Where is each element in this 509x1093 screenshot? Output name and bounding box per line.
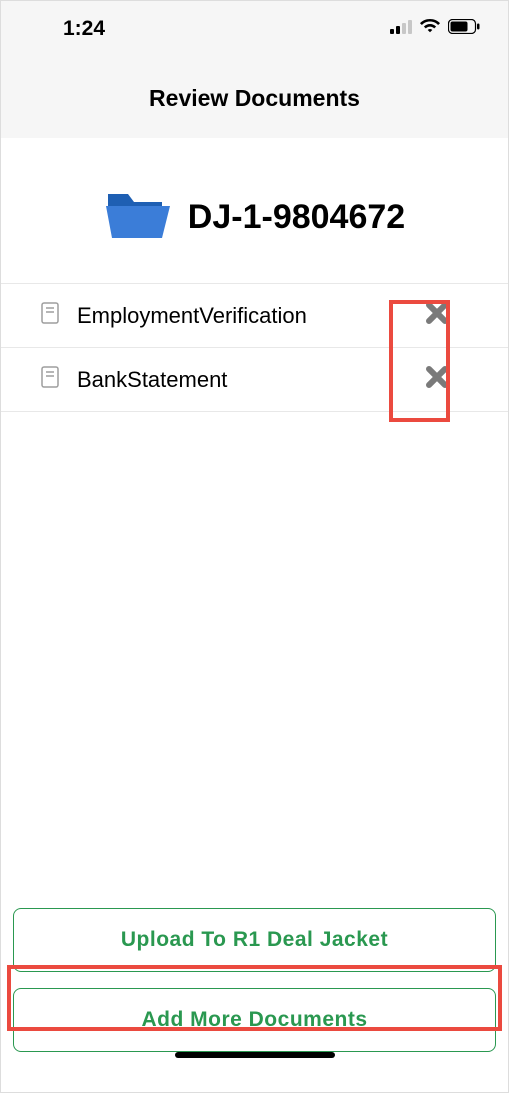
status-icons — [390, 19, 480, 39]
document-icon — [41, 366, 59, 393]
delete-button[interactable] — [426, 302, 448, 329]
button-area: Upload To R1 Deal Jacket Add More Docume… — [1, 908, 508, 1068]
page-header: Review Documents — [1, 57, 508, 138]
battery-icon — [448, 19, 480, 39]
delete-button[interactable] — [426, 366, 448, 393]
status-time: 1:24 — [63, 17, 105, 41]
home-indicator[interactable] — [175, 1052, 335, 1058]
status-bar: 1:24 — [1, 1, 508, 57]
document-list: EmploymentVerification BankStatement — [1, 283, 508, 412]
page-title: Review Documents — [1, 85, 508, 112]
document-name: BankStatement — [77, 367, 426, 393]
document-row: BankStatement — [1, 348, 508, 412]
folder-section: DJ-1-9804672 — [1, 188, 508, 283]
folder-label: DJ-1-9804672 — [188, 199, 405, 236]
add-more-button[interactable]: Add More Documents — [13, 988, 496, 1052]
document-name: EmploymentVerification — [77, 303, 426, 329]
cellular-icon — [390, 20, 412, 39]
wifi-icon — [420, 19, 440, 39]
document-icon — [41, 302, 59, 329]
folder-icon — [104, 188, 170, 247]
document-row: EmploymentVerification — [1, 284, 508, 348]
upload-button[interactable]: Upload To R1 Deal Jacket — [13, 908, 496, 972]
main-content: DJ-1-9804672 EmploymentVerification — [1, 138, 508, 412]
